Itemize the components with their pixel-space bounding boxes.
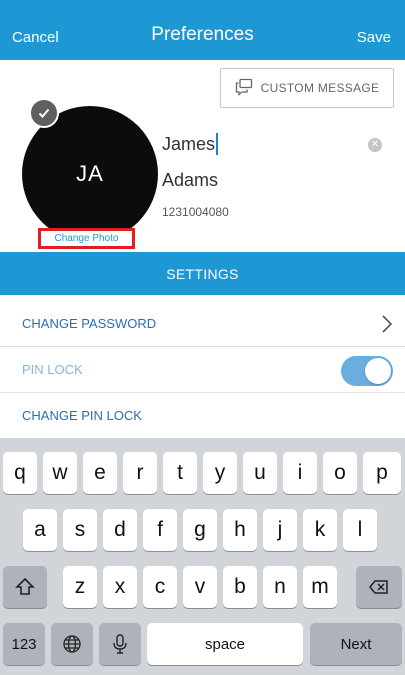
key-x[interactable]: x [103,566,137,608]
custom-message-label: CUSTOM MESSAGE [260,81,380,95]
pin-lock-toggle[interactable] [341,356,393,386]
key-s[interactable]: s [63,509,97,551]
clear-icon[interactable]: ✕ [368,138,382,152]
first-name-value: James [162,133,216,154]
page-title: Preferences [151,24,254,45]
change-photo-link[interactable]: Change Photo [38,228,135,249]
change-password-row[interactable]: CHANGE PASSWORD [0,301,405,347]
key-p[interactable]: p [363,452,401,494]
pin-lock-label: PIN LOCK [22,362,83,377]
next-key[interactable]: Next [310,623,402,665]
key-e[interactable]: e [83,452,117,494]
key-v[interactable]: v [183,566,217,608]
key-o[interactable]: o [323,452,357,494]
microphone-key[interactable] [99,623,141,665]
key-d[interactable]: d [103,509,137,551]
key-k[interactable]: k [303,509,337,551]
nav-bar: Cancel Preferences Save [0,0,405,60]
change-password-label: CHANGE PASSWORD [22,316,157,331]
key-w[interactable]: w [43,452,77,494]
avatar-initials: JA [76,161,104,186]
key-r[interactable]: r [123,452,157,494]
change-pin-lock-label: CHANGE PIN LOCK [22,408,142,423]
key-u[interactable]: u [243,452,277,494]
keyboard: q w e r t y u i o p a s d f g h j k l z … [0,438,405,675]
key-n[interactable]: n [263,566,297,608]
phone-number: 1231004080 [162,205,229,219]
key-f[interactable]: f [143,509,177,551]
check-icon [29,98,59,128]
key-m[interactable]: m [303,566,337,608]
key-y[interactable]: y [203,452,237,494]
toggle-knob [365,358,391,384]
backspace-icon [369,580,388,594]
key-l[interactable]: l [343,509,377,551]
backspace-key[interactable] [356,566,402,608]
profile-section: CUSTOM MESSAGE JA Change Photo James ✕ A… [0,60,405,252]
settings-header: SETTINGS [0,252,405,295]
change-pin-lock-row[interactable]: CHANGE PIN LOCK [0,393,405,439]
shift-icon [15,577,35,595]
key-g[interactable]: g [183,509,217,551]
first-name-field[interactable]: James [162,133,219,155]
key-i[interactable]: i [283,452,317,494]
chevron-right-icon [382,315,393,333]
save-button[interactable]: Save [357,29,391,46]
space-key[interactable]: space [147,623,303,665]
key-c[interactable]: c [143,566,177,608]
custom-message-button[interactable]: CUSTOM MESSAGE [220,68,394,108]
numbers-key[interactable]: 123 [3,623,45,665]
key-t[interactable]: t [163,452,197,494]
key-q[interactable]: q [3,452,37,494]
key-z[interactable]: z [63,566,97,608]
key-h[interactable]: h [223,509,257,551]
text-cursor [216,133,219,155]
globe-key[interactable] [51,623,93,665]
message-icon [235,78,253,99]
pin-lock-row: PIN LOCK [0,347,405,393]
key-j[interactable]: j [263,509,297,551]
globe-icon [63,635,81,653]
last-name-field[interactable]: Adams [162,170,218,191]
key-b[interactable]: b [223,566,257,608]
shift-key[interactable] [3,566,47,608]
key-a[interactable]: a [23,509,57,551]
microphone-icon [113,634,127,654]
